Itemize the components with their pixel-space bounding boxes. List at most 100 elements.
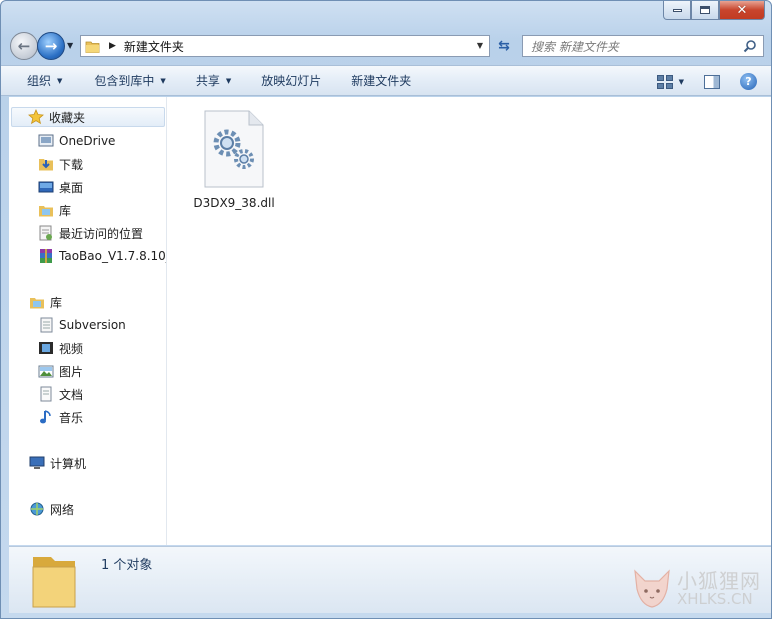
dll-file-icon [204,110,264,188]
back-button[interactable]: ← [10,32,38,60]
sidebar-item-libraries[interactable]: 库 [29,292,62,312]
watermark: 小狐狸网 XHLKS.CN [631,569,761,609]
desktop-icon [38,181,54,193]
navigation-bar: ← → ▼ ▶ 新建文件夹 ▼ ⇆ 搜索 新建文件夹 [1,30,771,62]
minimize-icon [672,8,682,12]
sidebar-item-label: OneDrive [59,134,116,148]
refresh-icon: ⇆ [498,38,510,54]
help-icon[interactable]: ? [740,73,757,90]
sidebar-item-label: 库 [59,203,72,218]
item-count: 1 个对象 [101,558,153,573]
close-button[interactable]: ✕ [719,1,765,20]
winrar-archive-icon [40,249,52,263]
sidebar-item-label: 网络 [50,502,75,517]
details-pane: 1 个对象 小狐狸网 XHLKS.CN [9,546,771,613]
sidebar-item-label: 桌面 [59,180,84,195]
slideshow-button[interactable]: 放映幻灯片 [250,65,332,96]
file-item[interactable]: D3DX9_38.dll [189,109,279,210]
computer-icon [29,456,45,469]
sidebar-item-label: 收藏夹 [49,110,86,125]
network-icon [30,502,44,516]
sidebar-item-label: 库 [50,295,63,310]
file-name: D3DX9_38.dll [193,196,275,210]
star-icon [28,109,44,125]
address-bar[interactable]: ▶ 新建文件夹 ▼ [80,35,490,57]
sidebar-item-videos[interactable]: 视频 [38,338,83,358]
search-input[interactable]: 搜索 新建文件夹 [531,38,619,55]
arrow-left-icon: ← [17,37,31,55]
caption-buttons: ✕ [663,1,765,21]
preview-pane-icon[interactable] [704,74,720,89]
folder-icon [85,41,100,53]
file-list: D3DX9_38.dll [167,97,771,545]
sidebar-item-downloads[interactable]: 下载 [38,154,83,174]
sidebar-item-label: 图片 [59,364,84,379]
sidebar-item-pictures[interactable]: 图片 [38,361,83,381]
watermark-en: XHLKS.CN [677,589,753,608]
sidebar-item-label: 视频 [59,341,84,356]
picture-icon [38,365,54,378]
download-folder-icon [39,159,53,171]
sidebar-item-label: 音乐 [59,410,84,425]
organize-label: 组织 [27,74,52,88]
folder-icon [32,557,76,608]
maximize-icon [700,6,710,14]
change-view-icon[interactable] [656,74,673,89]
sidebar-item-label: 计算机 [50,456,87,471]
nav-buttons: ← → ▼ [10,32,80,60]
maximize-button[interactable] [691,1,719,20]
organize-button[interactable]: 组织 ▼ [16,65,73,96]
sidebar-item-label: 下载 [59,157,84,172]
video-icon [39,342,53,354]
recent-pages-dropdown[interactable]: ▼ [67,41,73,50]
view-options-dropdown[interactable]: ▼ [679,78,684,86]
sidebar-item-taobao-archive[interactable]: TaoBao_V1.7.8.10_ [38,246,167,266]
close-icon: ✕ [736,2,748,18]
refresh-button[interactable]: ⇆ [491,35,517,57]
library-icon [39,206,53,217]
explorer-window: ✕ ← → ▼ ▶ 新建文件夹 ▼ ⇆ 搜索 新建文件夹 组织 ▼ 包含到库中 … [0,0,772,619]
view-controls: ▼ ? [656,66,771,97]
sidebar-item-label: 最近访问的位置 [59,226,144,241]
address-dropdown-icon[interactable]: ▼ [477,41,483,50]
forward-button[interactable]: → [37,32,65,60]
sidebar-item-favorites[interactable]: 收藏夹 [11,107,165,127]
fox-logo-icon [634,569,670,608]
chevron-down-icon: ▼ [225,76,232,85]
share-label: 共享 [195,74,220,88]
chevron-down-icon: ▼ [57,76,63,85]
onedrive-icon [38,134,54,147]
sidebar-item-documents[interactable]: 文档 [38,384,83,404]
sidebar-item-music[interactable]: 音乐 [38,407,83,427]
slideshow-label: 放映幻灯片 [261,74,322,88]
library-icon [30,298,44,309]
search-icon[interactable] [743,39,757,53]
sidebar-item-desktop[interactable]: 桌面 [38,177,83,197]
chevron-down-icon: ▼ [160,76,166,85]
music-icon [40,410,51,424]
new-folder-label: 新建文件夹 [351,74,412,88]
document-library-icon [40,317,53,333]
arrow-right-icon: → [44,37,58,55]
breadcrumb-chevron-icon[interactable]: ▶ [109,41,116,51]
watermark-cn: 小狐狸网 [677,568,761,593]
sidebar-item-network[interactable]: 网络 [29,499,74,519]
document-icon [40,386,52,402]
sidebar-item-library[interactable]: 库 [38,200,71,220]
sidebar-item-computer[interactable]: 计算机 [29,453,86,473]
sidebar-item-label: 文档 [59,387,84,402]
breadcrumb-current[interactable]: 新建文件夹 [124,38,184,55]
sidebar-item-label: TaoBao_V1.7.8.10_ [59,249,167,263]
search-box[interactable]: 搜索 新建文件夹 [522,35,764,57]
share-button[interactable]: 共享 ▼ [185,65,242,96]
command-bar: 组织 ▼ 包含到库中 ▼ 共享 ▼ 放映幻灯片 新建文件夹 ▼ ? [1,65,771,96]
watermark-text: 小狐狸网 XHLKS.CN [677,568,761,608]
recent-places-icon [39,225,52,241]
sidebar-item-recent-places[interactable]: 最近访问的位置 [38,223,143,243]
new-folder-button[interactable]: 新建文件夹 [340,65,422,96]
navigation-pane: 收藏夹 OneDrive 下载 桌面 库 最近访问的位置 TaoBao_V1.7… [9,97,167,545]
sidebar-item-subversion[interactable]: Subversion [38,315,126,335]
include-in-library-button[interactable]: 包含到库中 ▼ [83,65,176,96]
minimize-button[interactable] [663,1,691,20]
sidebar-item-onedrive[interactable]: OneDrive [38,131,115,151]
